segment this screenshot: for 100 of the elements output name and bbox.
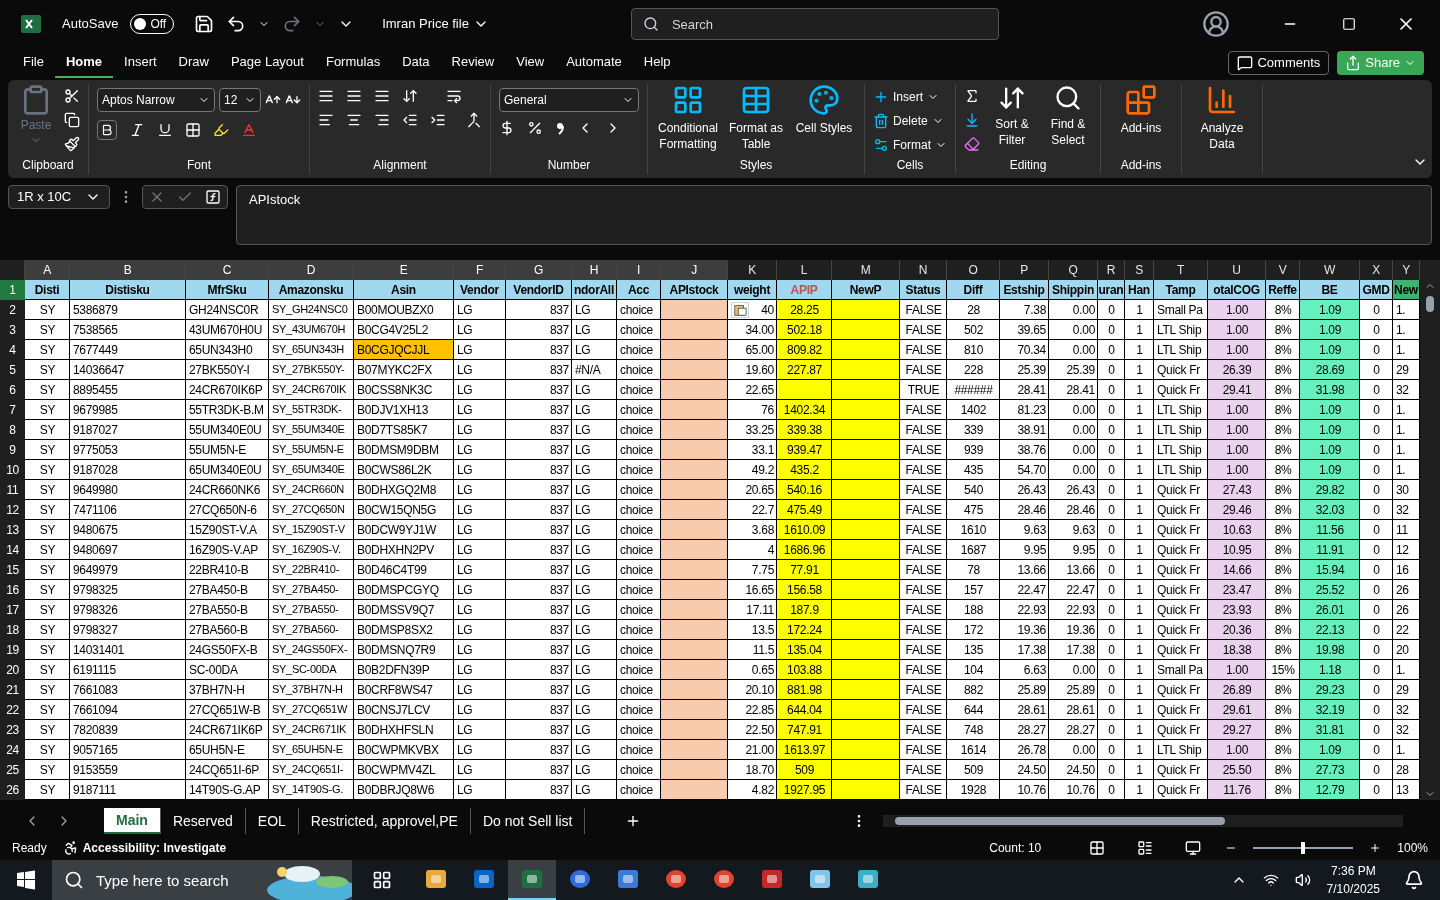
clock-time[interactable]: 7:36 PM: [1330, 862, 1376, 880]
row-number[interactable]: 10: [0, 460, 25, 480]
save-icon[interactable]: [194, 14, 215, 34]
row-number[interactable]: 11: [0, 480, 25, 500]
sheet-tab[interactable]: Reserved: [160, 808, 246, 834]
copy-icon[interactable]: [64, 112, 80, 128]
row-number[interactable]: 8: [0, 420, 25, 440]
row-number[interactable]: 3: [0, 320, 25, 340]
row-number[interactable]: 24: [0, 740, 25, 760]
name-box[interactable]: 1R x 10C: [8, 185, 110, 209]
formula-field[interactable]: APIstock: [236, 185, 1432, 245]
row-number[interactable]: 2: [0, 300, 25, 320]
blocks-icon[interactable]: [1125, 84, 1157, 116]
row-number[interactable]: 7: [0, 400, 25, 420]
accessibility-button[interactable]: Accessibility: Investigate: [62, 839, 227, 857]
paste-options-icon[interactable]: [731, 302, 749, 318]
row-number[interactable]: 17: [0, 600, 25, 620]
menu-tab[interactable]: Help: [632, 48, 682, 78]
plus-icon[interactable]: [873, 89, 889, 105]
normal-view-icon[interactable]: [1089, 840, 1106, 856]
scrollbar-thumb[interactable]: [1426, 296, 1434, 312]
menu-tab[interactable]: Data: [391, 48, 441, 78]
menu-tab[interactable]: Draw: [167, 48, 220, 78]
search-field[interactable]: Search: [630, 8, 999, 40]
accessibility-icon[interactable]: [62, 840, 79, 856]
bottom-align-icon[interactable]: [374, 88, 390, 104]
underline-icon[interactable]: [157, 122, 173, 138]
taskbar-search-field[interactable]: Type here to search: [52, 860, 262, 900]
wrap-text-icon[interactable]: [446, 88, 462, 104]
menu-tab[interactable]: Automate: [555, 48, 633, 78]
column-header[interactable]: J: [661, 260, 728, 280]
row-number[interactable]: 19: [0, 640, 25, 660]
top-align-icon[interactable]: [318, 88, 334, 104]
task-view-icon[interactable]: [372, 870, 392, 890]
row-number[interactable]: 22: [0, 700, 25, 720]
row-number[interactable]: 23: [0, 720, 25, 740]
column-header[interactable]: B: [70, 260, 186, 280]
sheet-tab[interactable]: EOL: [245, 808, 299, 834]
font-size-dropdown[interactable]: 12: [219, 88, 261, 112]
italic-icon[interactable]: [129, 122, 145, 138]
zoom-level[interactable]: 100%: [1397, 839, 1428, 857]
row-number[interactable]: 21: [0, 680, 25, 700]
avatar-icon[interactable]: [1202, 10, 1230, 38]
align-center-icon[interactable]: [346, 112, 362, 128]
maximize-icon[interactable]: [1342, 17, 1356, 31]
redo-icon[interactable]: [282, 14, 303, 34]
palette-icon[interactable]: [808, 84, 840, 116]
conditional-formatting-icon[interactable]: [672, 84, 704, 116]
cells-button[interactable]: Format: [873, 136, 947, 154]
increase-indent-icon[interactable]: [430, 112, 446, 128]
sheet-tab[interactable]: Do not Sell list: [470, 808, 586, 834]
font-color-icon[interactable]: [241, 122, 257, 138]
column-header[interactable]: G: [506, 260, 572, 280]
cells-button[interactable]: Delete: [873, 112, 947, 130]
ribbon-button[interactable]: Format as Table: [724, 84, 788, 152]
horizontal-scrollbar[interactable]: [883, 815, 1404, 827]
start-icon[interactable]: [16, 870, 36, 890]
comment-icon[interactable]: [1237, 55, 1254, 71]
zoom-in-icon[interactable]: [1369, 842, 1382, 854]
percent-icon[interactable]: [527, 120, 543, 136]
align-left-icon[interactable]: [318, 112, 334, 128]
row-number[interactable]: 15: [0, 560, 25, 580]
trash-icon[interactable]: [873, 113, 889, 129]
zoom-slider-thumb[interactable]: [1301, 842, 1306, 854]
editing-button[interactable]: Find & Select: [1044, 84, 1092, 152]
search-icon[interactable]: [642, 16, 659, 32]
row-number[interactable]: 5: [0, 360, 25, 380]
column-header[interactable]: F: [454, 260, 506, 280]
column-header[interactable]: A: [25, 260, 70, 280]
format-painter-icon[interactable]: [64, 136, 80, 152]
menu-tab[interactable]: Review: [440, 48, 506, 78]
column-header[interactable]: E: [354, 260, 454, 280]
row-number[interactable]: 18: [0, 620, 25, 640]
row-number[interactable]: 14: [0, 540, 25, 560]
row-number[interactable]: 26: [0, 780, 25, 800]
borders-icon[interactable]: [185, 122, 201, 138]
menu-tab[interactable]: Page Layout: [219, 48, 315, 78]
menu-tab[interactable]: File: [12, 48, 55, 78]
row-number[interactable]: 4: [0, 340, 25, 360]
column-header[interactable]: C: [186, 260, 269, 280]
middle-align-icon[interactable]: [346, 88, 362, 104]
sheet-tab[interactable]: Restricted, approvel,PE: [298, 808, 471, 834]
align-right-icon[interactable]: [374, 112, 390, 128]
table-icon[interactable]: [740, 84, 772, 116]
column-header[interactable]: H: [572, 260, 617, 280]
row-number[interactable]: 16: [0, 580, 25, 600]
row-number[interactable]: 12: [0, 500, 25, 520]
number-format-dropdown[interactable]: General: [499, 88, 639, 112]
bold-icon[interactable]: [97, 120, 117, 140]
comments-button[interactable]: Comments: [1228, 51, 1330, 75]
cut-icon[interactable]: [64, 88, 80, 104]
editing-button[interactable]: Sort & Filter: [988, 84, 1036, 152]
sliders-icon[interactable]: [873, 137, 889, 153]
column-header[interactable]: I: [617, 260, 661, 280]
sheet-tab[interactable]: Main: [104, 808, 161, 834]
ribbon-button[interactable]: Conditional Formatting: [656, 84, 720, 152]
currency-icon[interactable]: [499, 120, 515, 136]
search-icon[interactable]: [1054, 84, 1082, 112]
file-name-button[interactable]: Imran Price file: [382, 14, 469, 34]
ribbon-button[interactable]: Cell Styles: [792, 84, 856, 152]
